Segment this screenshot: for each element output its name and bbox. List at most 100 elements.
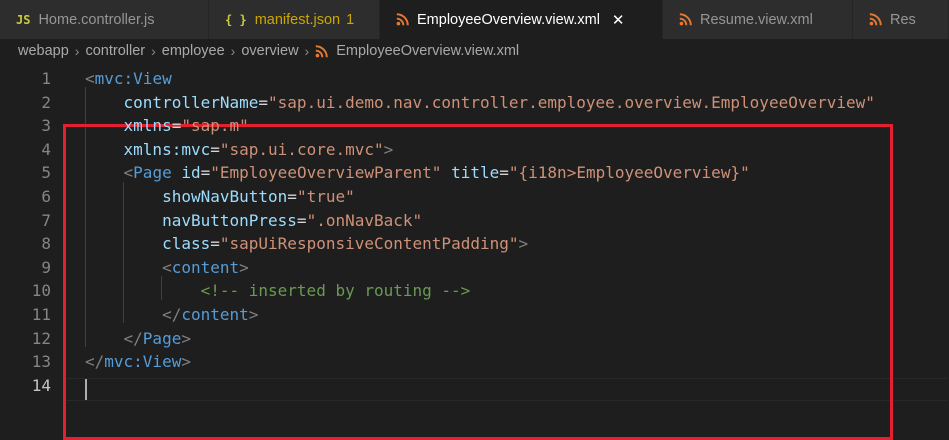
token-attr: title — [451, 163, 500, 183]
token-punc: > — [248, 305, 259, 324]
token-tag: content — [171, 257, 240, 277]
code-line[interactable]: 2 controllerName="sap.ui.demo.nav.contro… — [0, 91, 949, 115]
close-icon[interactable]: ✕ — [612, 11, 625, 29]
line-number: 1 — [41, 69, 51, 88]
xml-file-icon — [396, 13, 409, 26]
token-punc: < — [162, 257, 172, 277]
token-eq — [172, 163, 182, 182]
token-str: "sapUiResponsiveContentPadding" — [219, 234, 519, 254]
token-tag: mvc:View — [104, 352, 182, 372]
code-text: <Page id="EmployeeOverviewParent" title=… — [85, 161, 750, 185]
token-str: "sap.ui.demo.nav.controller.employee.ove… — [268, 92, 875, 112]
token-str: "sap.m" — [181, 116, 249, 136]
code-text: controllerName="sap.ui.demo.nav.controll… — [85, 91, 875, 115]
breadcrumb-item[interactable]: webapp — [18, 43, 69, 59]
token-tag: Page — [133, 163, 172, 183]
code-line[interactable]: 9 <content> — [0, 256, 949, 280]
code-line[interactable]: 1 <mvc:View — [0, 67, 949, 91]
token-str: "EmployeeOverviewParent" — [210, 163, 442, 183]
code-line[interactable]: 13 </mvc:View> — [0, 350, 949, 374]
token-attr: showNavButton — [162, 187, 288, 206]
breadcrumb: webapp › controller › employee › overview › Empl… — [0, 39, 949, 63]
xml-file-icon — [679, 13, 692, 26]
code-text: xmlns:mvc="sap.ui.core.mvc"> — [85, 138, 394, 162]
json-file-icon: { } — [225, 12, 247, 27]
code-line[interactable]: 8 class="sapUiResponsiveContentPadding"> — [0, 232, 949, 256]
code-text: <!-- inserted by routing --> — [85, 279, 471, 303]
token-eq: = — [171, 116, 182, 136]
token-eq: = — [287, 187, 297, 206]
code-text: </mvc:View> — [85, 350, 191, 374]
editor-tab-bar: JS Home.controller.js { } manifest.json 1 Emp… — [0, 0, 949, 39]
line-number: 10 — [31, 281, 51, 301]
line-number: 5 — [41, 163, 51, 183]
code-text: <content> — [85, 256, 249, 280]
line-number: 3 — [41, 116, 51, 136]
token-attr: controllerName — [123, 92, 259, 112]
tab-label: Resume.view.xml — [700, 11, 813, 28]
code-line[interactable]: 6 showNavButton="true" — [0, 185, 949, 209]
code-line[interactable]: 7 navButtonPress=".onNavBack" — [0, 209, 949, 233]
line-number: 9 — [41, 257, 51, 277]
tab-resume-view-xml[interactable]: Resume.view.xml — [663, 0, 853, 39]
code-line[interactable]: 12 </Page> — [0, 327, 949, 351]
token-str: ".onNavBack" — [306, 210, 423, 230]
token-punc: > — [181, 328, 191, 348]
token-punc: > — [181, 352, 191, 372]
token-attr: xmlns — [123, 116, 172, 136]
line-number: 8 — [41, 234, 51, 254]
chevron-right-icon: › — [151, 43, 156, 59]
breadcrumb-item[interactable]: EmployeeOverview.view.xml — [336, 43, 519, 59]
token-str: "{i18n>EmployeeOverview}" — [508, 163, 750, 183]
token-tag: Page — [142, 328, 182, 348]
line-number: 13 — [31, 352, 51, 372]
line-number: 14 — [31, 375, 51, 395]
breadcrumb-item[interactable]: employee — [162, 43, 225, 59]
line-number: 2 — [41, 92, 51, 112]
code-line[interactable]: 4 xmlns:mvc="sap.ui.core.mvc"> — [0, 138, 949, 162]
code-editor[interactable]: 1 <mvc:View 2 controllerName="sap.ui.demo.… — [0, 63, 949, 440]
code-text: xmlns="sap.m" — [85, 114, 249, 138]
tab-label: manifest.json — [254, 11, 341, 28]
tab-label: Res — [890, 11, 916, 28]
xml-file-icon — [869, 13, 882, 26]
tab-employeeoverview-view-xml[interactable]: EmployeeOverview.view.xml ✕ — [380, 0, 663, 39]
code-text: </Page> — [85, 327, 191, 351]
token-eq: = — [210, 139, 220, 159]
token-str: "sap.ui.core.mvc" — [219, 139, 384, 159]
token-eq — [441, 163, 451, 182]
breadcrumb-item[interactable]: overview — [241, 43, 298, 59]
token-attr: class — [162, 234, 211, 254]
token-punc: > — [518, 234, 529, 254]
code-line[interactable]: 3 xmlns="sap.m" — [0, 114, 949, 138]
tab-res[interactable]: Res — [853, 0, 949, 39]
code-text: <mvc:View — [85, 67, 172, 91]
token-eq: = — [499, 163, 509, 183]
line-number: 12 — [31, 328, 51, 348]
tab-manifest-json[interactable]: { } manifest.json 1 — [209, 0, 380, 39]
code-line[interactable]: 11 </content> — [0, 303, 949, 327]
code-line[interactable]: 5 <Page id="EmployeeOverviewParent" titl… — [0, 161, 949, 185]
line-number: 7 — [41, 210, 51, 230]
code-text: showNavButton="true" — [85, 185, 355, 209]
chevron-right-icon: › — [74, 43, 80, 59]
token-punc: < — [85, 69, 95, 88]
token-punc: </ — [162, 305, 182, 324]
token-attr: id — [181, 163, 201, 183]
token-com: <!-- inserted by routing --> — [200, 281, 471, 301]
token-punc: > — [383, 139, 394, 159]
problem-count-badge: 1 — [346, 11, 355, 28]
token-punc: < — [123, 163, 134, 183]
token-eq: = — [200, 163, 211, 183]
token-attr: xmlns:mvc — [123, 139, 211, 159]
code-text: </content> — [85, 303, 258, 327]
code-line[interactable]: 14 — [0, 374, 949, 398]
tab-label: Home.controller.js — [38, 11, 155, 28]
line-number: 6 — [41, 187, 51, 206]
code-line[interactable]: 10 <!-- inserted by routing --> — [0, 279, 949, 303]
breadcrumb-item[interactable]: controller — [85, 43, 145, 59]
js-file-icon: JS — [16, 12, 31, 27]
tab-label: EmployeeOverview.view.xml — [417, 11, 600, 28]
tab-home-controller-js[interactable]: JS Home.controller.js — [0, 0, 209, 39]
token-eq: = — [296, 210, 307, 230]
